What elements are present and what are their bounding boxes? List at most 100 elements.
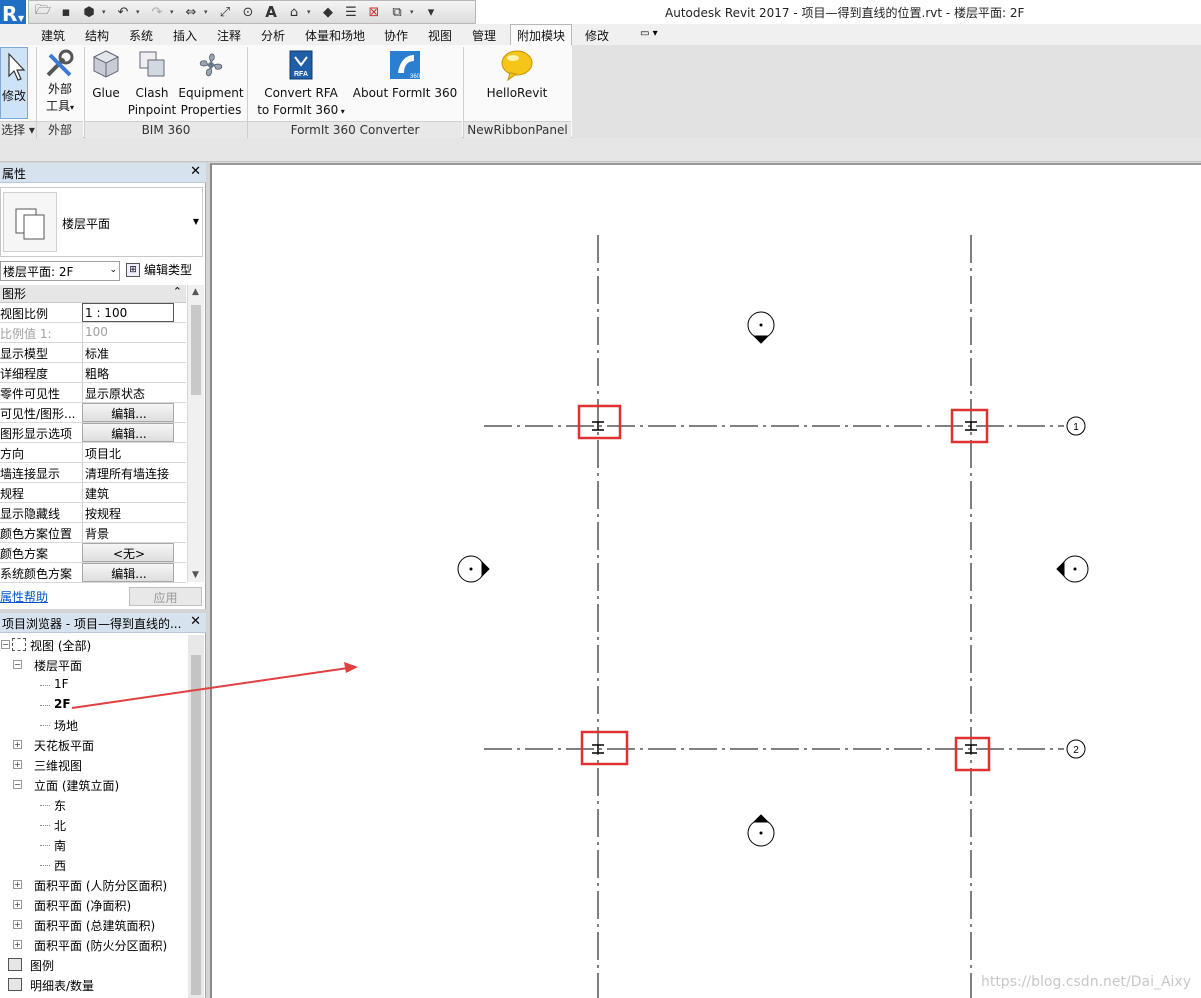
tree-node[interactable]: + 三维视图 (0, 755, 186, 775)
expand-toggle-icon[interactable]: + (13, 940, 22, 949)
expand-toggle-icon[interactable]: + (13, 920, 22, 929)
undo-icon[interactable]: ↶ (113, 3, 133, 21)
open-icon[interactable]: 🗁 (33, 3, 53, 21)
property-value[interactable]: 粗略 (82, 363, 174, 382)
external-tools-button[interactable]: 外部 工具▾ (40, 49, 80, 116)
measure-icon[interactable]: ⇔ (181, 3, 201, 21)
collapse-up-icon[interactable]: ⌃ (173, 285, 182, 298)
text-icon[interactable]: A (261, 3, 281, 21)
tab-add-ins[interactable]: 附加模块 (510, 24, 573, 45)
elevation-marker-west[interactable] (457, 555, 490, 583)
select-panel-label[interactable]: 选择 ▾ (0, 121, 36, 138)
switch-windows-icon[interactable]: ⧉ (387, 3, 407, 21)
collapse-toggle-icon[interactable]: − (1, 640, 10, 649)
property-edit-button[interactable]: <无> (82, 543, 174, 562)
glue-button[interactable]: Glue (88, 49, 124, 102)
tree-node[interactable]: 1F (0, 675, 186, 695)
tree-node[interactable]: 场地 (0, 715, 186, 735)
tab-view[interactable]: 视图 (428, 27, 452, 44)
expand-toggle-icon[interactable]: + (13, 880, 22, 889)
tab-annotate[interactable]: 注释 (217, 27, 241, 44)
tree-node[interactable]: 北 (0, 815, 186, 835)
close-icon[interactable]: ✕ (190, 614, 201, 629)
tree-node[interactable]: + 面积平面 (人防分区面积) (0, 875, 186, 895)
chevron-down-icon[interactable]: ▾ (136, 8, 144, 16)
tree-node[interactable]: + 天花板平面 (0, 735, 186, 755)
expand-toggle-icon[interactable]: + (13, 740, 22, 749)
expand-toggle-icon[interactable]: + (13, 900, 22, 909)
elevation-marker-north[interactable] (747, 311, 775, 344)
property-edit-button[interactable]: 编辑... (82, 403, 174, 422)
equipment-properties-button[interactable]: Equipment Properties (178, 49, 244, 119)
properties-scrollbar[interactable]: ▲ ▼ (187, 285, 204, 582)
chevron-down-icon[interactable]: ▼ (193, 217, 199, 226)
tree-node[interactable]: 南 (0, 835, 186, 855)
property-value[interactable]: 显示原状态 (82, 383, 174, 402)
about-formit-button[interactable]: 360 About FormIt 360 (352, 49, 458, 102)
floor-plan-drawing[interactable]: 1 2 (212, 165, 1201, 998)
tab-architecture[interactable]: 建筑 (41, 27, 65, 44)
chevron-down-icon[interactable]: ▾ (170, 8, 178, 16)
3d-view-icon[interactable]: ⌂ (284, 3, 304, 21)
scroll-up-icon[interactable]: ▲ (192, 287, 199, 297)
property-value[interactable]: 1 : 100 (82, 303, 174, 322)
tree-node[interactable]: 图例 (0, 955, 186, 975)
tree-node[interactable]: − 立面 (建筑立面) (0, 775, 186, 795)
instance-filter-select[interactable]: 楼层平面: 2F ⌄ (0, 261, 120, 281)
chevron-down-icon[interactable]: ▾ (204, 8, 212, 16)
sync-icon[interactable]: ⬢ (79, 3, 99, 21)
property-value[interactable]: 标准 (82, 343, 174, 362)
customize-qat-icon[interactable]: ▾ (421, 3, 441, 21)
tab-collaborate[interactable]: 协作 (384, 27, 408, 44)
aligned-dimension-icon[interactable]: ⤢ (215, 3, 235, 21)
tab-analyze[interactable]: 分析 (261, 27, 285, 44)
property-value[interactable]: 项目北 (82, 443, 174, 462)
tag-icon[interactable]: ⊙ (238, 3, 258, 21)
tree-node[interactable]: 东 (0, 795, 186, 815)
edit-type-button[interactable]: ⊞ 编辑类型 (126, 261, 192, 278)
chevron-down-icon[interactable]: ▾ (307, 8, 315, 16)
scrollbar-thumb[interactable] (191, 305, 201, 395)
property-value[interactable]: 清理所有墙连接 (82, 463, 174, 482)
property-edit-button[interactable]: 编辑... (82, 423, 174, 442)
tree-node[interactable]: 2F (0, 695, 186, 715)
close-hidden-icon[interactable]: ⊠ (364, 3, 384, 21)
tree-node[interactable]: 明细表/数量 (0, 975, 186, 995)
expand-toggle-icon[interactable]: + (13, 760, 22, 769)
tab-massing-site[interactable]: 体量和场地 (305, 27, 365, 44)
properties-help-link[interactable]: 属性帮助 (0, 588, 48, 605)
thin-lines-icon[interactable]: ☰ (341, 3, 361, 21)
chevron-down-icon[interactable]: ▾ (410, 8, 418, 16)
elevation-marker-east[interactable] (1056, 555, 1089, 583)
redo-icon[interactable]: ↷ (147, 3, 167, 21)
drawing-canvas[interactable]: 1 2 https://blog.csdn.net/Dai_Aixy (210, 163, 1201, 998)
hello-revit-button[interactable]: HelloRevit (478, 49, 556, 102)
tab-modify[interactable]: 修改 (585, 27, 609, 44)
scroll-down-icon[interactable]: ▼ (192, 570, 199, 580)
tree-node[interactable]: + 面积平面 (净面积) (0, 895, 186, 915)
chevron-down-icon[interactable]: ▾ (102, 8, 110, 16)
close-icon[interactable]: ✕ (190, 164, 201, 179)
property-value[interactable]: 背景 (82, 523, 174, 542)
collapse-toggle-icon[interactable]: − (13, 660, 22, 669)
elevation-marker-south[interactable] (747, 814, 775, 847)
clash-pinpoint-button[interactable]: Clash Pinpoint (126, 49, 178, 119)
section-icon[interactable]: ◆ (318, 3, 338, 21)
tab-structure[interactable]: 结构 (85, 27, 109, 44)
tree-node[interactable]: 西 (0, 855, 186, 875)
convert-rfa-button[interactable]: RFA Convert RFA to FormIt 360 ▾ (256, 49, 346, 120)
tab-systems[interactable]: 系统 (129, 27, 153, 44)
type-selector[interactable]: 楼层平面 ▼ (0, 187, 203, 257)
tree-node[interactable]: + 面积平面 (防火分区面积) (0, 935, 186, 955)
save-icon[interactable]: ▪ (56, 3, 76, 21)
property-value[interactable]: 按规程 (82, 503, 174, 522)
property-edit-button[interactable]: 编辑... (82, 563, 174, 582)
property-value[interactable]: 建筑 (82, 483, 174, 502)
tab-insert[interactable]: 插入 (173, 27, 197, 44)
tree-node[interactable]: + 面积平面 (总建筑面积) (0, 915, 186, 935)
tree-node[interactable]: − 视图 (全部) (0, 635, 186, 655)
collapse-toggle-icon[interactable]: − (13, 780, 22, 789)
tab-manage[interactable]: 管理 (472, 27, 496, 44)
scrollbar-thumb[interactable] (191, 655, 201, 995)
minimize-ribbon-icon[interactable]: ▭ ▾ (640, 28, 658, 39)
